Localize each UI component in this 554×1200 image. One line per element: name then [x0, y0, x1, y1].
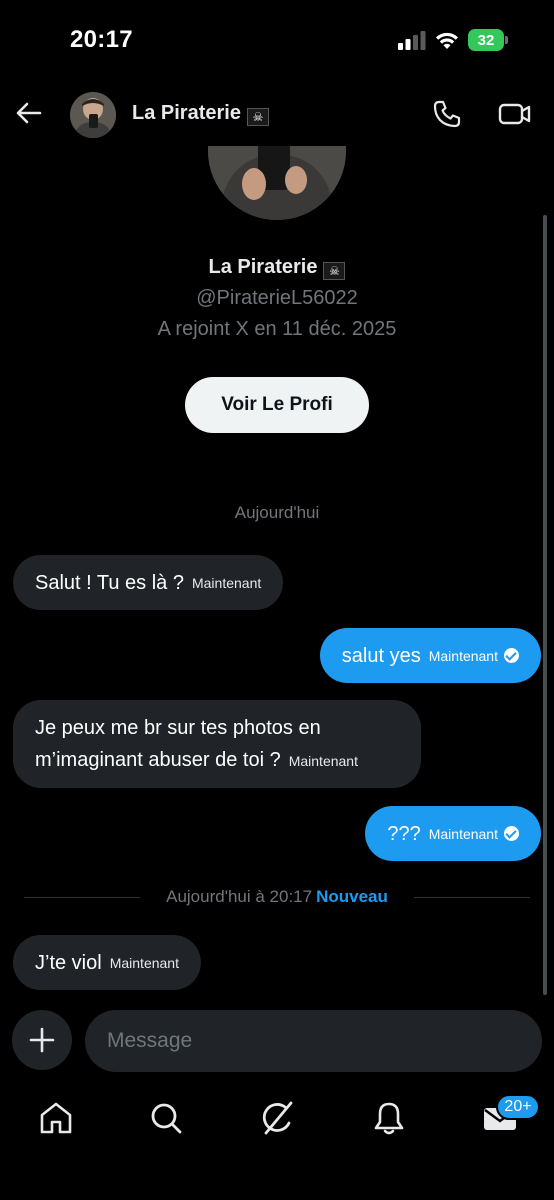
- message-text-line: Je peux me br sur tes photos en: [35, 717, 321, 739]
- grok-icon[interactable]: [258, 1098, 298, 1138]
- message-text: salut yes: [341, 644, 421, 667]
- read-receipt-icon: [504, 648, 519, 663]
- profile-joined-date: A rejoint X en 11 déc. 2025: [157, 318, 397, 340]
- bottom-navigation: [0, 1080, 554, 1200]
- message-text: ???: [387, 822, 421, 845]
- message-bubble-incoming[interactable]: J’te viol Maintenant: [13, 935, 201, 990]
- new-label: Nouveau: [316, 887, 388, 906]
- message-bubble-outgoing[interactable]: ??? Maintenant: [365, 806, 541, 861]
- pirate-flag-icon: ☠: [246, 108, 269, 126]
- message-time: Maintenant: [109, 954, 179, 971]
- battery-level: 32: [468, 29, 504, 51]
- read-receipt-icon: [504, 826, 519, 841]
- scrollbar[interactable]: [543, 215, 547, 995]
- message-time: Maintenant: [191, 574, 262, 591]
- pirate-flag-icon: ☠: [323, 262, 346, 280]
- contact-name: La Piraterie: [132, 102, 241, 124]
- message-time: Maintenant: [428, 647, 498, 664]
- cellular-signal-icon: [398, 31, 426, 50]
- home-icon[interactable]: [36, 1098, 76, 1138]
- avatar[interactable]: [70, 92, 116, 138]
- message-text-line: m’imaginant abuser de toi ?: [35, 749, 281, 771]
- conversation-title[interactable]: La Piraterie ☠: [132, 102, 269, 126]
- message-bubble-incoming[interactable]: Je peux me br sur tes photos en m’imagin…: [13, 700, 421, 788]
- message-bubble-outgoing[interactable]: salut yes Maintenant: [319, 628, 541, 683]
- notifications-bell-icon[interactable]: [369, 1098, 409, 1138]
- video-call-icon[interactable]: [498, 99, 532, 129]
- add-attachment-button[interactable]: [12, 1010, 72, 1070]
- phone-call-icon[interactable]: [432, 99, 462, 129]
- message-text: Salut ! Tu es là ?: [35, 571, 184, 594]
- date-separator: Aujourd'hui: [234, 503, 320, 522]
- new-messages-divider: Aujourd'hui à 20:17 Nouveau: [24, 885, 530, 909]
- divider-timestamp: Aujourd'hui à 20:17: [166, 887, 313, 906]
- view-profile-button[interactable]: Voir Le Profi: [185, 377, 369, 433]
- conversation-header: La Piraterie ☠: [0, 82, 554, 146]
- back-arrow-icon[interactable]: [14, 98, 44, 128]
- wifi-icon: [436, 32, 458, 49]
- message-input[interactable]: [85, 1010, 542, 1072]
- battery-indicator: 32: [468, 29, 510, 51]
- message-time: Maintenant: [288, 753, 358, 769]
- message-time: Maintenant: [428, 825, 498, 842]
- status-time: 20:17: [70, 26, 133, 53]
- avatar-photo: [70, 92, 116, 138]
- messages-count-badge: 20+: [496, 1094, 540, 1120]
- status-bar: 20:17 32: [0, 0, 554, 82]
- profile-name: La Piraterie ☠: [0, 256, 554, 280]
- plus-icon: [29, 1027, 55, 1053]
- message-text: J’te viol: [35, 951, 102, 974]
- profile-handle: @PiraterieL56022: [196, 287, 358, 309]
- search-icon[interactable]: [146, 1098, 186, 1138]
- message-bubble-incoming[interactable]: Salut ! Tu es là ? Maintenant: [13, 555, 284, 610]
